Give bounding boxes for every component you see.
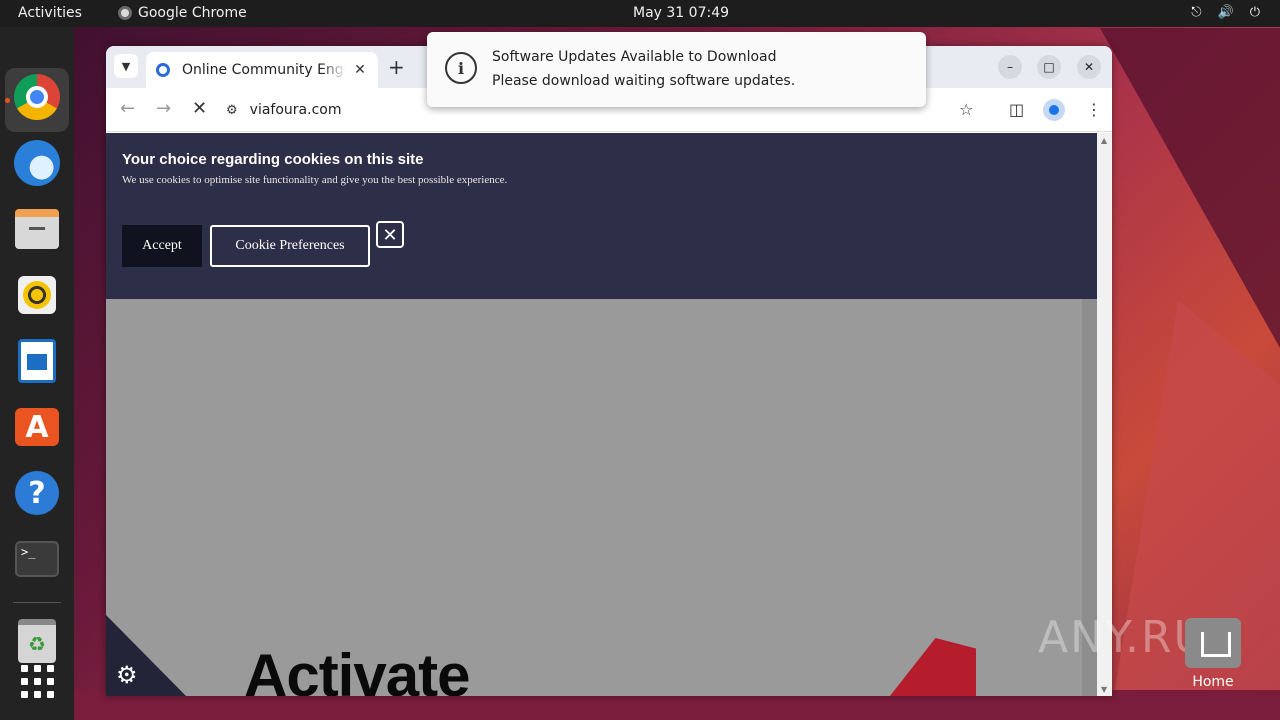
close-banner-icon[interactable]: ✕ bbox=[376, 221, 404, 248]
wallpaper-shape bbox=[1100, 28, 1280, 348]
notification-title: Software Updates Available to Download bbox=[492, 49, 777, 65]
profile-avatar[interactable] bbox=[1043, 99, 1065, 121]
chrome-small-icon bbox=[118, 6, 132, 20]
network-icon: ⎋ bbox=[1191, 5, 1202, 20]
viafoura-favicon-icon bbox=[156, 63, 170, 77]
app-name-label: Google Chrome bbox=[138, 5, 247, 21]
bookmark-star-icon[interactable]: ☆ bbox=[959, 100, 973, 119]
dock-rhythmbox[interactable] bbox=[13, 271, 61, 319]
tab-title: Online Community Engagement bbox=[182, 62, 346, 78]
power-icon: ⏻ bbox=[1249, 5, 1260, 20]
chrome-icon bbox=[14, 74, 60, 120]
terminal-icon: >_ bbox=[15, 541, 59, 577]
dock-separator bbox=[13, 602, 61, 603]
scroll-up-icon[interactable]: ▲ bbox=[1101, 136, 1107, 145]
files-icon bbox=[15, 209, 59, 249]
update-notification[interactable]: i Software Updates Available to Download… bbox=[427, 32, 926, 107]
red-logo-shape bbox=[886, 638, 976, 696]
thunderbird-icon bbox=[14, 140, 60, 186]
chevron-down-icon: ▼ bbox=[121, 59, 131, 73]
close-window-button[interactable]: ✕ bbox=[1077, 55, 1101, 79]
new-tab-button[interactable]: + bbox=[388, 55, 405, 79]
dock-help[interactable]: ? bbox=[13, 469, 61, 517]
activities-button[interactable]: Activities bbox=[18, 5, 82, 21]
tab-active[interactable]: Online Community Engagement ✕ bbox=[146, 52, 378, 88]
dock-thunderbird[interactable] bbox=[13, 139, 61, 187]
hero-headline: Activate bbox=[244, 642, 470, 696]
volume-icon: 🔊 bbox=[1217, 5, 1234, 20]
top-bar: Activities Google Chrome May 31 07:49 ⎋ … bbox=[0, 0, 1280, 27]
dock: A ? >_ ♻ bbox=[0, 27, 74, 720]
menu-kebab-icon[interactable]: ⋮ bbox=[1086, 100, 1102, 119]
help-icon: ? bbox=[15, 471, 59, 515]
show-apps-icon bbox=[21, 665, 54, 698]
cookie-preferences-button[interactable]: Cookie Preferences bbox=[210, 225, 370, 267]
dock-chrome[interactable] bbox=[13, 73, 61, 121]
dock-writer[interactable] bbox=[13, 337, 61, 385]
writer-icon bbox=[18, 339, 56, 383]
cookie-text: We use cookies to optimise site function… bbox=[122, 174, 508, 186]
running-indicator bbox=[5, 98, 10, 103]
home-folder[interactable]: Home bbox=[1184, 618, 1242, 698]
app-center-icon: A bbox=[15, 408, 59, 446]
rhythmbox-icon bbox=[18, 276, 56, 314]
cookie-banner: Your choice regarding cookies on this si… bbox=[106, 133, 1097, 299]
site-info-icon[interactable]: ⚙ bbox=[226, 103, 238, 118]
scroll-down-icon[interactable]: ▼ bbox=[1101, 685, 1107, 694]
profile-icon bbox=[1049, 105, 1059, 115]
home-label: Home bbox=[1192, 674, 1234, 690]
page-viewport: Your choice regarding cookies on this si… bbox=[106, 133, 1097, 696]
back-arrow-icon[interactable]: ← bbox=[120, 98, 135, 119]
cookie-title: Your choice regarding cookies on this si… bbox=[122, 151, 424, 168]
side-panel-icon[interactable]: ◫ bbox=[1009, 100, 1024, 119]
tab-search-button[interactable]: ▼ bbox=[114, 54, 138, 78]
dock-app-center[interactable]: A bbox=[13, 403, 61, 451]
clock[interactable]: May 31 07:49 bbox=[633, 5, 729, 21]
gear-icon[interactable]: ⚙ bbox=[116, 661, 138, 689]
url-text: viafoura.com bbox=[249, 102, 342, 118]
maximize-button[interactable]: □ bbox=[1037, 55, 1061, 79]
dock-show-apps[interactable] bbox=[13, 657, 61, 705]
info-icon: i bbox=[445, 52, 477, 84]
forward-arrow-icon[interactable]: → bbox=[156, 98, 171, 119]
notification-body: Please download waiting software updates… bbox=[492, 73, 796, 89]
dock-files[interactable] bbox=[13, 205, 61, 253]
dock-terminal[interactable]: >_ bbox=[13, 535, 61, 583]
tab-close-icon[interactable]: ✕ bbox=[352, 62, 368, 78]
home-folder-icon bbox=[1185, 618, 1241, 668]
chrome-window: ▼ Online Community Engagement ✕ + – □ ✕ … bbox=[106, 46, 1112, 696]
stop-loading-icon[interactable]: ✕ bbox=[192, 98, 207, 119]
system-tray[interactable]: ⎋ 🔊 ⏻ bbox=[1191, 5, 1260, 20]
accept-cookies-button[interactable]: Accept bbox=[122, 225, 202, 267]
app-menu[interactable]: Google Chrome bbox=[118, 5, 247, 21]
minimize-button[interactable]: – bbox=[998, 55, 1022, 79]
